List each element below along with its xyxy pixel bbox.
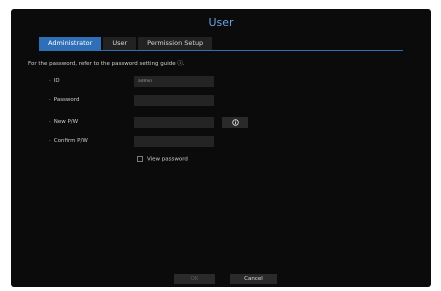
id-label: · ID [49,78,60,84]
confirm-password-field[interactable] [134,136,214,147]
checkbox-icon [137,156,143,162]
new-password-label: · New P/W [49,119,78,125]
tab-bar: Administrator User Permission Setup [39,37,214,50]
tab-permission-setup[interactable]: Permission Setup [138,37,213,50]
password-label-text: Password [53,97,80,103]
user-settings-dialog: User Administrator User Permission Setup… [11,9,431,287]
confirm-password-label-text: Confirm P/W [53,138,88,144]
tab-user[interactable]: User [103,37,137,50]
password-guide-text: For the password, refer to the password … [28,61,185,67]
bullet-icon: · [49,138,51,144]
info-circle-icon [231,119,239,126]
bullet-icon: · [49,119,51,125]
tab-underline [39,50,403,51]
id-field[interactable] [134,76,214,87]
view-password-checkbox[interactable]: View password [137,156,188,163]
view-password-label: View password [147,156,188,163]
confirm-password-label: · Confirm P/W [49,138,88,144]
dialog-title: User [208,16,234,29]
bullet-icon: · [49,97,51,103]
new-password-field[interactable] [134,117,214,128]
ok-button[interactable]: OK [174,274,215,284]
password-label: · Password [49,97,79,103]
new-password-label-text: New P/W [53,119,79,125]
bullet-icon: · [49,78,51,84]
cancel-button[interactable]: Cancel [230,274,277,284]
id-label-text: ID [53,78,60,84]
password-field[interactable] [134,95,214,106]
tab-administrator[interactable]: Administrator [39,37,102,50]
password-info-button[interactable] [222,117,248,128]
